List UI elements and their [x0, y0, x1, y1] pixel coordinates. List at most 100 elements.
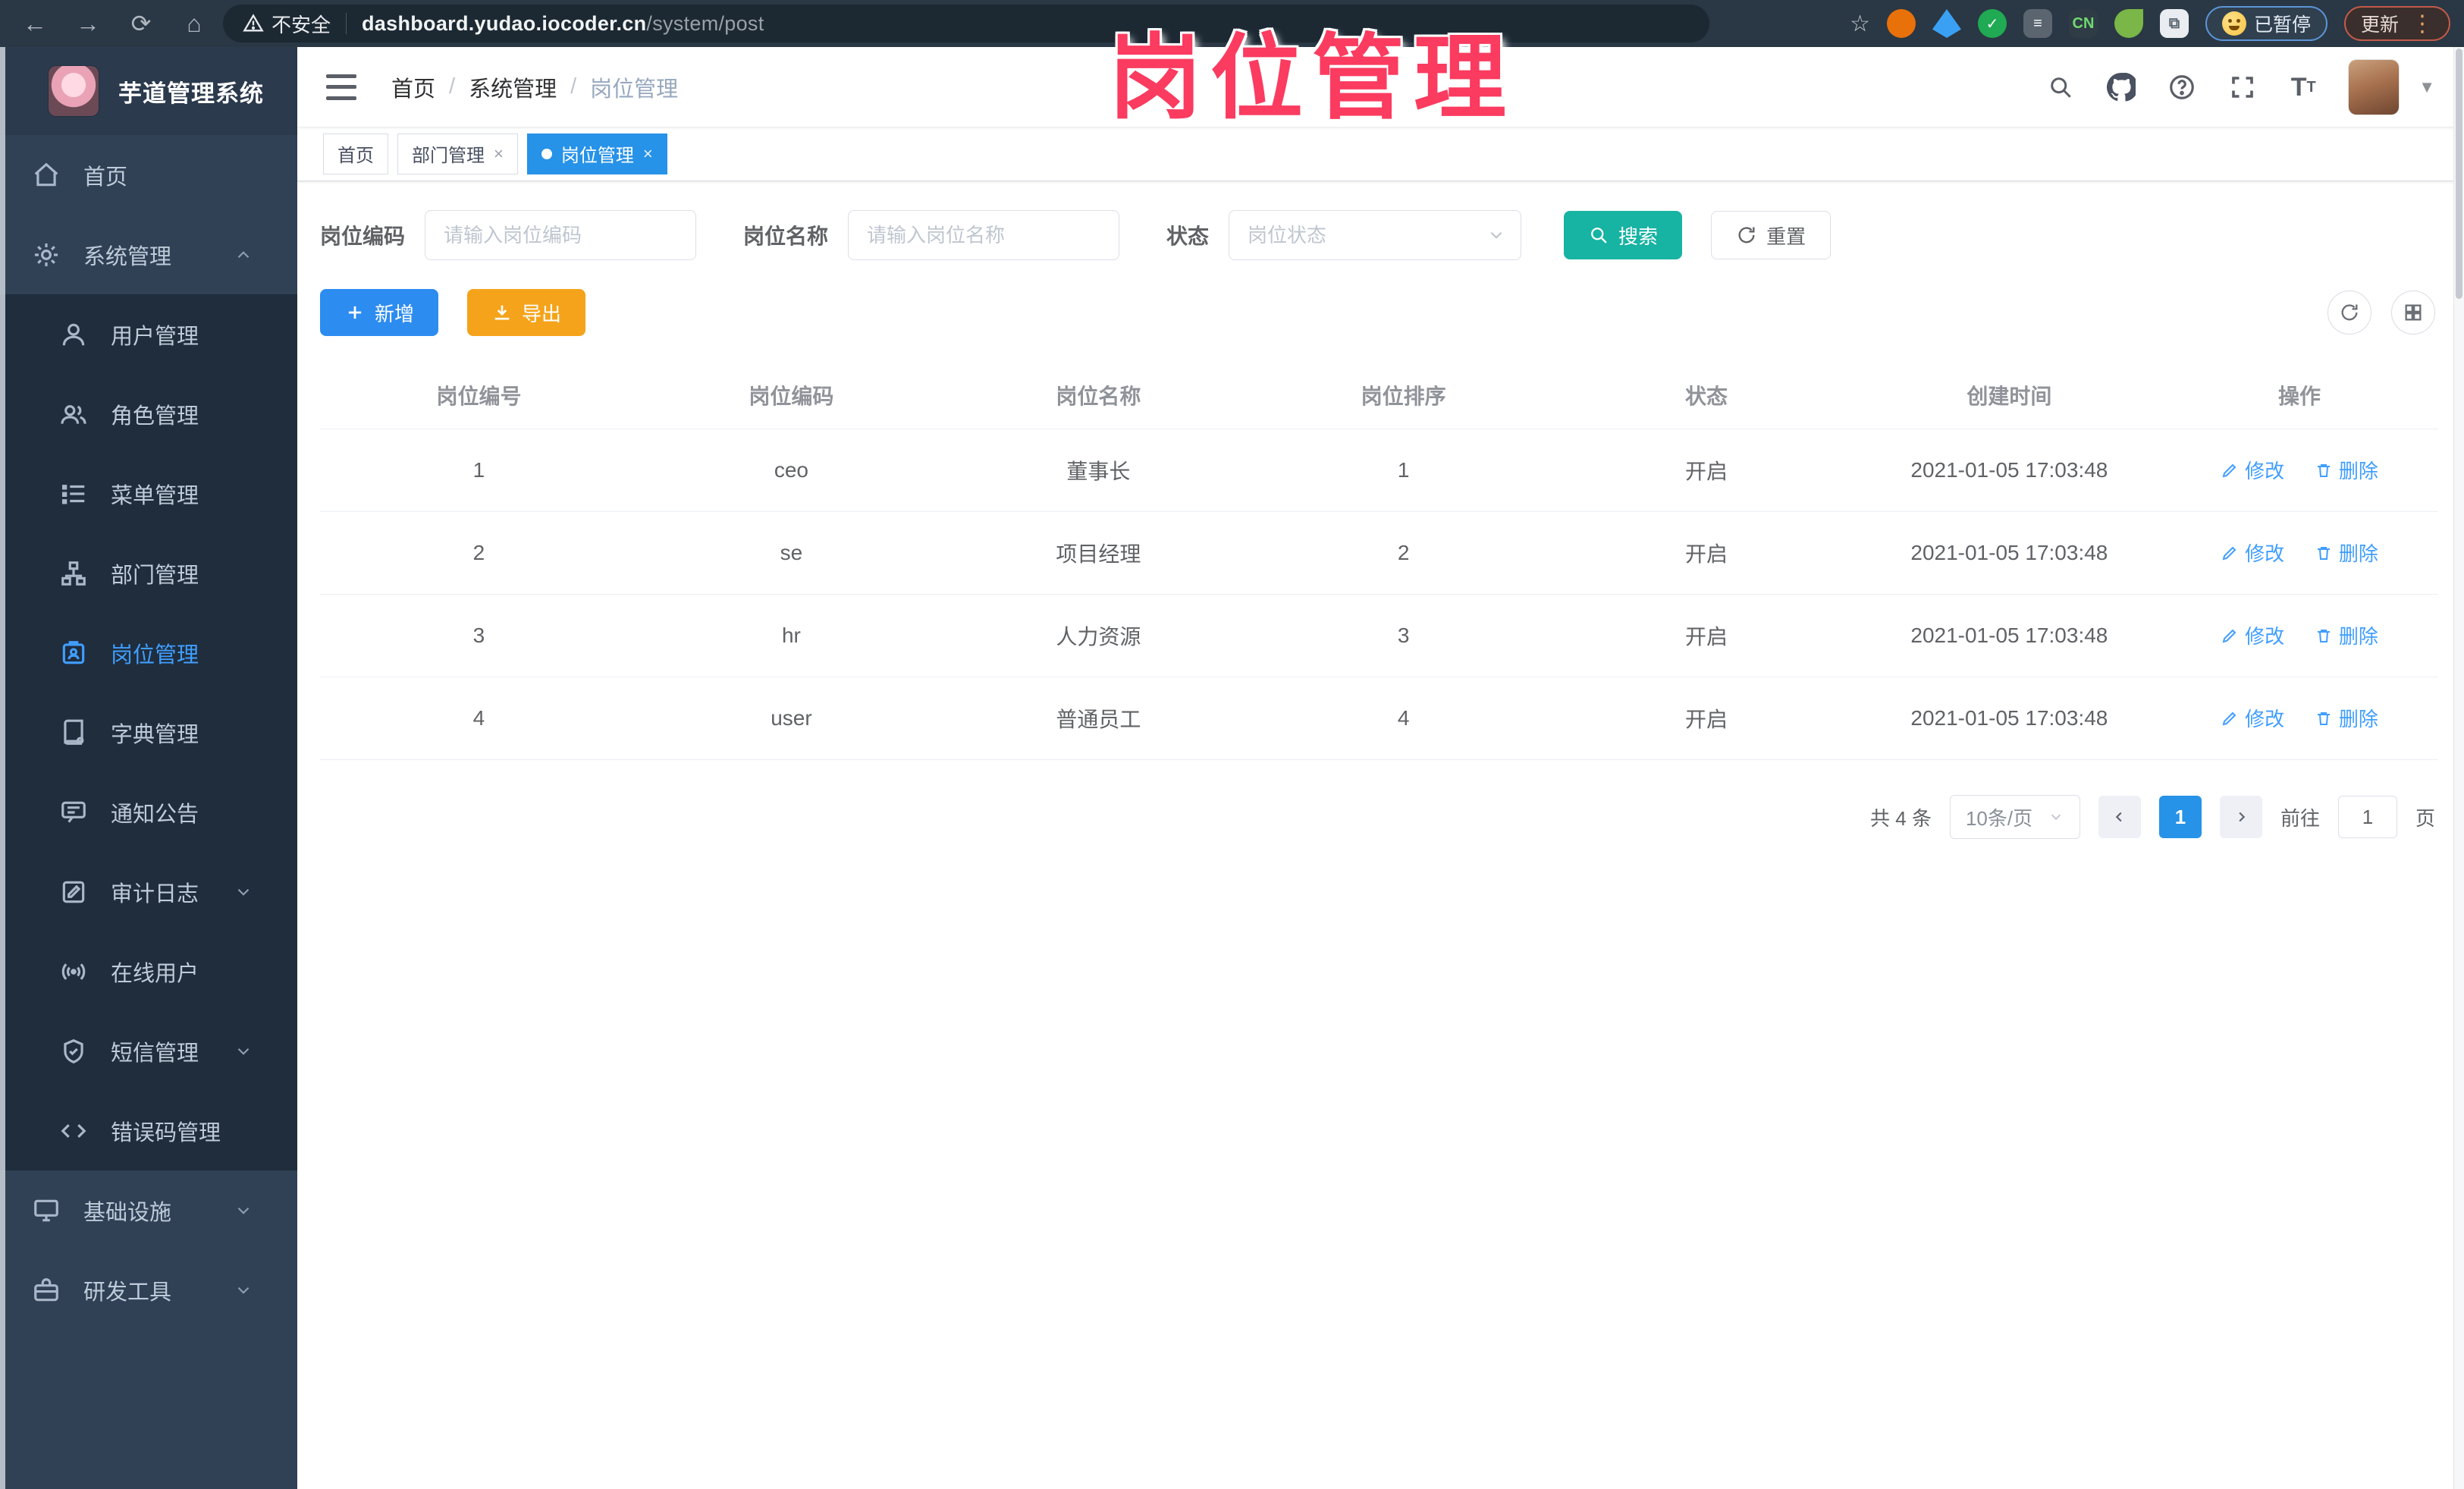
chevron-down-icon [237, 1286, 250, 1294]
col-status: 状态 [1555, 362, 1858, 429]
profile-paused-button[interactable]: 已暂停 [2205, 6, 2327, 41]
browser-menu-icon[interactable]: ⋮ [2411, 11, 2434, 37]
tag-posts-active[interactable]: 岗位管理 × [526, 133, 667, 174]
col-actions: 操作 [2161, 362, 2438, 429]
delete-link[interactable]: 删除 [2315, 621, 2378, 649]
pagination: 共 4 条 10条/页 1 前往 页 [320, 795, 2438, 839]
breadcrumb-home[interactable]: 首页 [391, 71, 435, 103]
bookmark-star-icon[interactable]: ☆ [1850, 11, 1870, 37]
sidebar-submenu-system: 用户管理 角色管理 菜单管理 部门管理 岗位管理 字典管理 通知公告 审计日志 … [0, 294, 297, 1170]
sidebar-item-home[interactable]: 首页 [0, 135, 297, 215]
table-row: 3 hr 人力资源 3 开启 2021-01-05 17:03:48 修改 删除 [320, 594, 2438, 677]
close-icon[interactable]: × [643, 144, 653, 164]
post-code-input[interactable] [425, 210, 697, 260]
sidebar-item-error-codes[interactable]: 错误码管理 [0, 1091, 297, 1170]
next-page-button[interactable] [2219, 796, 2262, 838]
tag-home[interactable]: 首页 [323, 133, 388, 174]
sidebar-item-departments[interactable]: 部门管理 [0, 533, 297, 613]
extension-cn-icon[interactable]: CN [2068, 9, 2098, 38]
delete-link[interactable]: 删除 [2315, 456, 2378, 484]
caret-down-icon[interactable]: ▼ [2418, 77, 2435, 97]
font-size-icon[interactable]: TT [2288, 72, 2318, 102]
sidebar-item-sms[interactable]: 短信管理 [0, 1011, 297, 1091]
org-tree-icon [61, 561, 86, 586]
edit-link[interactable]: 修改 [2221, 621, 2284, 649]
extension-drop-icon[interactable] [1932, 9, 1961, 38]
security-label: 不安全 [272, 13, 331, 36]
sidebar-item-dictionary[interactable]: 字典管理 [0, 693, 297, 772]
breadcrumb-system[interactable]: 系统管理 [469, 71, 557, 103]
close-icon[interactable]: × [494, 144, 504, 164]
sidebar-item-system[interactable]: 系统管理 [0, 215, 297, 294]
sidebar-item-online-users[interactable]: 在线用户 [0, 931, 297, 1011]
list-icon [61, 484, 85, 504]
extension-sliders-icon[interactable]: ≡ [2023, 9, 2052, 38]
chrome-update-button[interactable]: 更新 ⋮ [2343, 6, 2450, 41]
post-name-label: 岗位名称 [743, 225, 829, 248]
address-bar[interactable]: 不安全 dashboard.yudao.iocoder.cn/system/po… [223, 5, 1709, 42]
sidebar-item-posts[interactable]: 岗位管理 [0, 613, 297, 693]
sidebar-item-infrastructure[interactable]: 基础设施 [0, 1170, 297, 1250]
delete-link[interactable]: 删除 [2315, 704, 2378, 732]
status-value: 开启 [1555, 594, 1858, 677]
edit-link[interactable]: 修改 [2221, 704, 2284, 732]
sidebar-item-dev-tools[interactable]: 研发工具 [0, 1250, 297, 1330]
search-form: 岗位编码 岗位名称 状态 搜索 [320, 210, 2438, 260]
sidebar-item-roles[interactable]: 角色管理 [0, 374, 297, 454]
app-logo-row[interactable]: 芋道管理系统 [0, 47, 297, 135]
extension-leaf-icon[interactable] [2114, 9, 2143, 38]
back-icon[interactable]: ← [14, 5, 56, 42]
edit-link[interactable]: 修改 [2221, 456, 2284, 484]
reset-button[interactable]: 重置 [1711, 211, 1832, 259]
reload-icon[interactable]: ⟳ [120, 5, 162, 42]
edit-link[interactable]: 修改 [2221, 539, 2284, 567]
refresh-icon [1738, 227, 1755, 243]
extension-orange-icon[interactable] [1886, 9, 1916, 38]
help-icon[interactable] [2167, 72, 2197, 102]
tag-departments[interactable]: 部门管理 × [397, 133, 518, 174]
update-label: 更新 [2360, 14, 2399, 36]
search-icon[interactable] [2045, 72, 2076, 102]
add-button[interactable]: 新增 [320, 289, 439, 336]
export-button[interactable]: 导出 [467, 289, 586, 336]
prev-page-button[interactable] [2098, 796, 2141, 838]
status-select[interactable] [1229, 210, 1522, 260]
gear-icon [34, 243, 58, 266]
extension-check-icon[interactable]: ✓ [1977, 9, 2007, 38]
download-icon [494, 305, 510, 320]
status-select-input[interactable] [1229, 210, 1522, 260]
sidebar-item-menus[interactable]: 菜单管理 [0, 454, 297, 533]
browser-toolbar: ← → ⟳ ⌂ 不安全 dashboard.yudao.iocoder.cn/s… [0, 0, 2464, 47]
goto-page-input[interactable] [2337, 796, 2397, 838]
home-icon[interactable]: ⌂ [173, 5, 215, 42]
github-icon[interactable] [2106, 72, 2136, 102]
post-name-input[interactable] [848, 210, 1120, 260]
scrollbar-thumb[interactable] [2456, 49, 2462, 299]
toolbox-icon [34, 1277, 58, 1301]
page-size-select[interactable]: 10条/页 [1949, 795, 2080, 839]
table-row: 1 ceo 董事长 1 开启 2021-01-05 17:03:48 修改 删除 [320, 429, 2438, 512]
hamburger-icon[interactable] [326, 74, 356, 100]
app-logo-image [49, 66, 99, 116]
chevron-down-icon [237, 1048, 250, 1055]
trash-icon [2317, 463, 2330, 477]
extensions-puzzle-icon[interactable]: ⧉ [2159, 9, 2189, 38]
trash-icon [2317, 629, 2330, 642]
chevron-left-icon [2115, 812, 2122, 822]
sidebar-item-audit-log[interactable]: 审计日志 [0, 852, 297, 931]
page-number-active[interactable]: 1 [2158, 796, 2202, 838]
delete-link[interactable]: 删除 [2315, 539, 2378, 567]
search-button[interactable]: 搜索 [1564, 211, 1683, 259]
column-settings-button[interactable] [2391, 291, 2435, 335]
top-navbar: 首页 / 系统管理 / 岗位管理 T T ▼ [297, 47, 2464, 127]
sidebar-scrollbar[interactable] [0, 47, 5, 1489]
page-scrollbar[interactable] [2453, 47, 2464, 1489]
fullscreen-icon[interactable] [2227, 72, 2258, 102]
sidebar-item-users[interactable]: 用户管理 [0, 294, 297, 374]
monitor-icon [34, 1199, 58, 1221]
user-avatar[interactable] [2349, 59, 2400, 115]
sidebar-item-announcements[interactable]: 通知公告 [0, 772, 297, 852]
forward-icon[interactable]: → [67, 5, 109, 42]
trash-icon [2317, 712, 2330, 725]
refresh-table-button[interactable] [2327, 291, 2371, 335]
